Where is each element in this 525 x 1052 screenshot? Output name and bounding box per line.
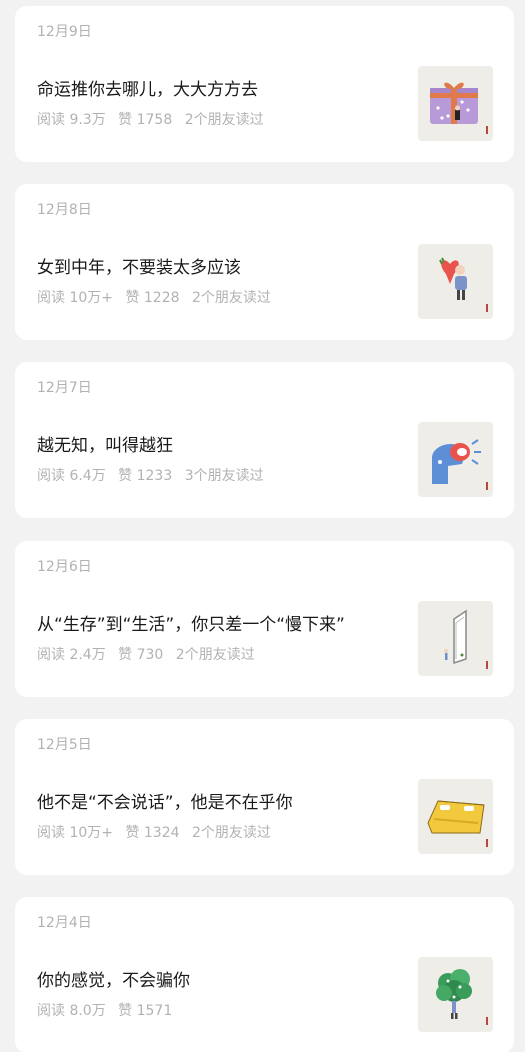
- friends-read: 2个朋友读过: [192, 290, 271, 306]
- article-date: 12月8日: [37, 202, 92, 218]
- article-date: 12月4日: [37, 915, 92, 931]
- article-title[interactable]: 他不是“不会说话”，他是不在乎你: [37, 792, 293, 814]
- friends-read: 3个朋友读过: [184, 468, 264, 484]
- like-count: 赞 1233: [118, 468, 173, 484]
- read-count: 阅读 9.3万: [37, 112, 106, 128]
- article-meta: 阅读 2.4万 赞 730 2个朋友读过: [37, 646, 263, 664]
- article-title[interactable]: 越无知，叫得越狂: [37, 435, 173, 457]
- read-count: 阅读 10万+: [37, 825, 113, 841]
- article-date: 12月9日: [37, 24, 92, 40]
- article-title[interactable]: 命运推你去哪儿，大大方方去: [37, 79, 258, 101]
- article-card[interactable]: 12月6日 从“生存”到“生活”，你只差一个“慢下来” 阅读 2.4万 赞 73…: [15, 541, 514, 697]
- article-meta: 阅读 6.4万 赞 1233 3个朋友读过: [37, 467, 272, 485]
- friends-read: 2个朋友读过: [184, 112, 264, 128]
- read-count: 阅读 8.0万: [37, 1003, 106, 1019]
- read-count: 阅读 6.4万: [37, 468, 106, 484]
- like-count: 赞 1324: [125, 825, 180, 841]
- article-card[interactable]: 12月4日 你的感觉，不会骗你 阅读 8.0万 赞 1571: [15, 897, 514, 1052]
- article-meta: 阅读 8.0万 赞 1571: [37, 1002, 180, 1020]
- article-card[interactable]: 12月5日 他不是“不会说话”，他是不在乎你 阅读 10万+ 赞 1324 2个…: [15, 719, 514, 875]
- like-count: 赞 730: [118, 647, 164, 663]
- friends-read: 2个朋友读过: [175, 647, 255, 663]
- read-count: 阅读 10万+: [37, 290, 113, 306]
- article-card[interactable]: 12月7日 越无知，叫得越狂 阅读 6.4万 赞 1233 3个朋友读过: [15, 362, 514, 518]
- read-count: 阅读 2.4万: [37, 647, 106, 663]
- article-card[interactable]: 12月9日 命运推你去哪儿，大大方方去 阅读 9.3万 赞 1758 2个朋友读…: [15, 6, 514, 162]
- tall-door-illustration-icon[interactable]: [418, 601, 493, 676]
- shouting-head-illustration-icon[interactable]: [418, 422, 493, 497]
- like-count: 赞 1758: [118, 112, 173, 128]
- article-title[interactable]: 从“生存”到“生活”，你只差一个“慢下来”: [37, 614, 345, 636]
- article-card[interactable]: 12月8日 女到中年，不要装太多应该 阅读 10万+ 赞 1228 2个朋友读过: [15, 184, 514, 340]
- like-count: 赞 1228: [125, 290, 180, 306]
- article-meta: 阅读 9.3万 赞 1758 2个朋友读过: [37, 111, 272, 129]
- yellow-bed-illustration-icon[interactable]: [418, 779, 493, 854]
- article-date: 12月7日: [37, 380, 92, 396]
- article-date: 12月6日: [37, 559, 92, 575]
- article-meta: 阅读 10万+ 赞 1228 2个朋友读过: [37, 289, 279, 307]
- article-meta: 阅读 10万+ 赞 1324 2个朋友读过: [37, 824, 279, 842]
- gift-box-illustration-icon[interactable]: [418, 66, 493, 141]
- article-date: 12月5日: [37, 737, 92, 753]
- friends-read: 2个朋友读过: [192, 825, 271, 841]
- article-title[interactable]: 女到中年，不要装太多应该: [37, 257, 241, 279]
- person-carrying-heart-illustration-icon[interactable]: [418, 244, 493, 319]
- article-feed: 12月9日 命运推你去哪儿，大大方方去 阅读 9.3万 赞 1758 2个朋友读…: [0, 0, 525, 1052]
- article-title[interactable]: 你的感觉，不会骗你: [37, 970, 190, 992]
- like-count: 赞 1571: [118, 1003, 173, 1019]
- flower-bouquet-illustration-icon[interactable]: [418, 957, 493, 1032]
